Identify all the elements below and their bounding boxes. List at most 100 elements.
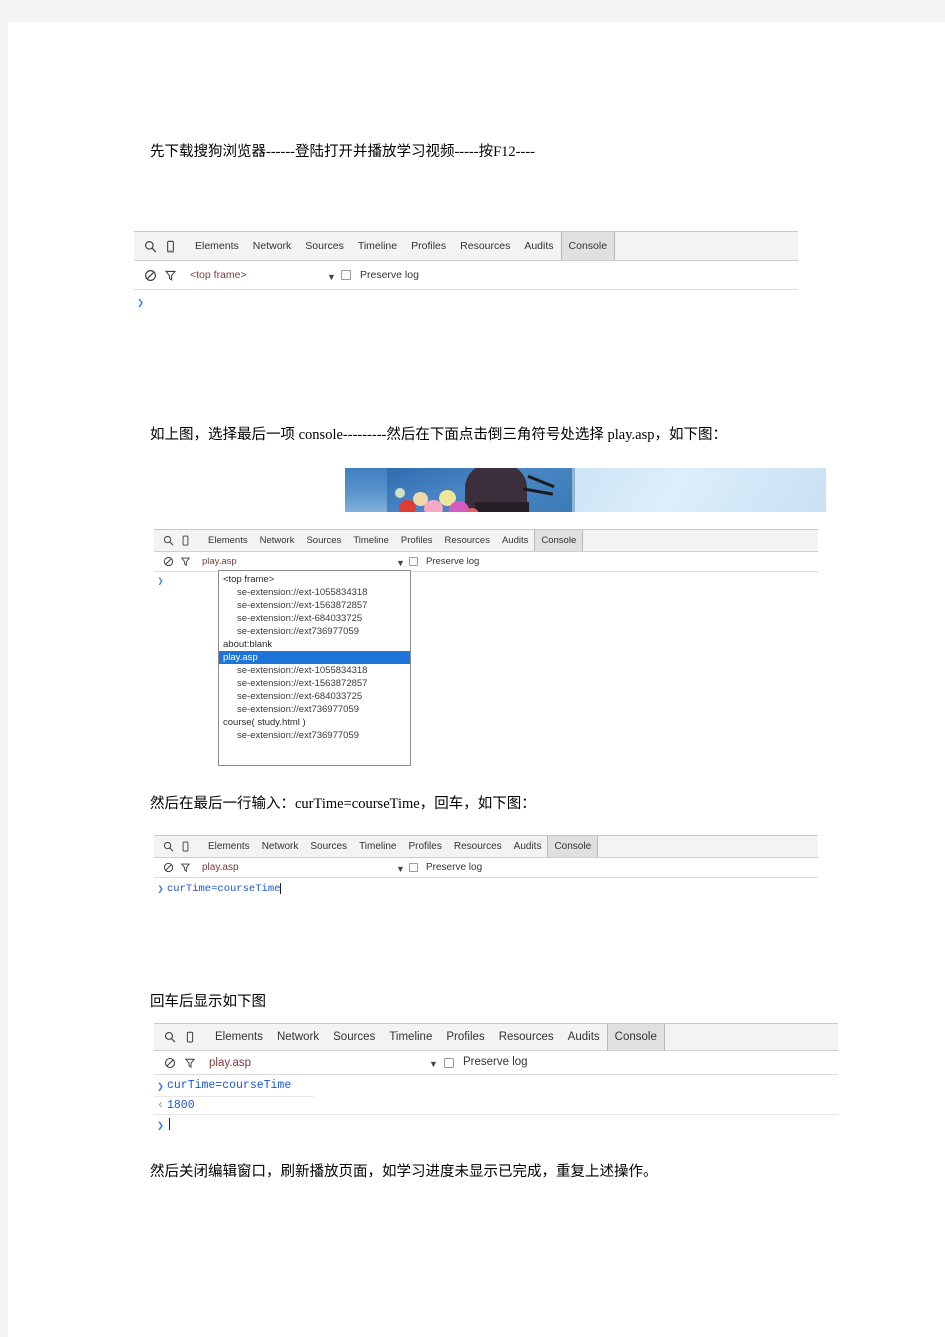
tab-audits[interactable]: Audits (508, 836, 548, 857)
tab-resources[interactable]: Resources (453, 232, 517, 260)
frame-option[interactable]: se-extension://ext736977059 (219, 703, 410, 716)
tab-network[interactable]: Network (256, 836, 305, 857)
search-icon[interactable] (160, 838, 177, 855)
tab-profiles[interactable]: Profiles (404, 232, 453, 260)
tab-resources[interactable]: Resources (448, 836, 508, 857)
tab-resources[interactable]: Resources (492, 1024, 561, 1050)
device-toggle-icon[interactable] (177, 532, 194, 549)
console-input-text[interactable]: curTime=courseTime (167, 1079, 291, 1092)
tab-resources[interactable]: Resources (439, 530, 496, 551)
frame-option[interactable]: <top frame> (219, 573, 410, 586)
filter-icon[interactable] (177, 553, 194, 570)
prompt-arrow-icon: ❯ (157, 1120, 164, 1133)
tab-sources[interactable]: Sources (300, 530, 347, 551)
tab-timeline[interactable]: Timeline (382, 1024, 439, 1050)
tab-timeline[interactable]: Timeline (353, 836, 402, 857)
prompt-arrow-icon: ❯ (137, 298, 144, 310)
console-output-3[interactable]: ❯ curTime=courseTime (154, 878, 818, 921)
chevron-down-icon[interactable]: ▼ (396, 559, 405, 568)
console-result-value: 1800 (167, 1099, 195, 1112)
preserve-log-checkbox[interactable] (341, 270, 351, 280)
instruction-paragraph-3: 然后在最后一行输入：curTime=courseTime，回车，如下图： (150, 796, 536, 812)
search-icon[interactable] (140, 236, 160, 256)
filter-icon[interactable] (160, 265, 180, 285)
search-icon[interactable] (160, 1027, 180, 1047)
frame-option-selected[interactable]: play.asp (219, 651, 410, 664)
frame-context-selector[interactable]: play.asp (202, 862, 239, 873)
microphone-icon-2 (522, 487, 554, 496)
device-toggle-icon[interactable] (177, 838, 194, 855)
tab-console[interactable]: Console (606, 1024, 665, 1050)
console-prompt-line[interactable]: ❯ (134, 296, 798, 310)
flower-bouquet (393, 486, 489, 512)
frame-context-dropdown[interactable]: <top frame> se-extension://ext-105583431… (218, 570, 411, 766)
tab-profiles[interactable]: Profiles (395, 530, 439, 551)
console-output-4[interactable]: ❯ curTime=courseTime ‹ 1800 ❯ (154, 1075, 838, 1140)
tab-profiles[interactable]: Profiles (439, 1024, 491, 1050)
device-toggle-icon[interactable] (160, 236, 180, 256)
tab-audits[interactable]: Audits (496, 530, 534, 551)
tab-elements[interactable]: Elements (188, 232, 246, 260)
devtools-panel-1: Elements Network Sources Timeline Profil… (134, 231, 798, 351)
frame-option[interactable]: se-extension://ext-684033725 (219, 690, 410, 703)
tab-timeline[interactable]: Timeline (347, 530, 395, 551)
device-toggle-icon[interactable] (180, 1027, 200, 1047)
devtools-filterbar-1: <top frame> ▼ Preserve log (134, 261, 798, 290)
clear-console-icon[interactable] (160, 859, 177, 876)
frame-context-selector[interactable]: play.asp (209, 1057, 251, 1069)
filter-icon[interactable] (177, 859, 194, 876)
preserve-log-label: Preserve log (426, 862, 483, 873)
tab-timeline[interactable]: Timeline (351, 232, 404, 260)
tab-network[interactable]: Network (270, 1024, 326, 1050)
tab-sources[interactable]: Sources (298, 232, 351, 260)
frame-option[interactable]: about:blank (219, 638, 410, 651)
tab-elements[interactable]: Elements (208, 1024, 270, 1050)
frame-option[interactable]: se-extension://ext-1563872857 (219, 599, 410, 612)
tab-profiles[interactable]: Profiles (402, 836, 447, 857)
console-input-line[interactable]: ❯ curTime=courseTime (154, 883, 818, 896)
preserve-log-checkbox[interactable] (409, 863, 418, 872)
frame-option[interactable]: se-extension://ext736977059 (219, 625, 410, 638)
preserve-log-checkbox[interactable] (444, 1058, 454, 1068)
clear-console-icon[interactable] (140, 265, 160, 285)
console-input-line[interactable]: ❯ curTime=courseTime (154, 1079, 314, 1097)
frame-option[interactable]: se-extension://ext-684033725 (219, 612, 410, 625)
devtools-panel-3: Elements Network Sources Timeline Profil… (154, 835, 818, 921)
console-output-1[interactable]: ❯ (134, 290, 798, 351)
tab-sources[interactable]: Sources (304, 836, 353, 857)
frame-option[interactable]: se-extension://ext-1055834318 (219, 586, 410, 599)
console-result-line: ‹ 1800 (154, 1097, 838, 1115)
tab-sources[interactable]: Sources (326, 1024, 382, 1050)
frame-context-selector[interactable]: <top frame> (190, 269, 247, 281)
devtools-tabbar-3: Elements Network Sources Timeline Profil… (154, 836, 818, 858)
chevron-down-icon[interactable]: ▼ (396, 865, 405, 874)
video-thumb-right (572, 468, 826, 512)
console-input-text[interactable]: curTime=courseTime (167, 883, 280, 895)
tab-audits[interactable]: Audits (561, 1024, 607, 1050)
instruction-paragraph-5: 然后关闭编辑窗口，刷新播放页面，如学习进度未显示已完成，重复上述操作。 (150, 1164, 658, 1180)
tab-audits[interactable]: Audits (517, 232, 560, 260)
frame-option[interactable]: se-extension://ext-1055834318 (219, 664, 410, 677)
tab-elements[interactable]: Elements (202, 530, 254, 551)
text-cursor (280, 883, 282, 894)
preserve-log-checkbox[interactable] (409, 557, 418, 566)
chevron-down-icon[interactable]: ▼ (327, 273, 336, 282)
clear-console-icon[interactable] (160, 553, 177, 570)
filter-icon[interactable] (180, 1053, 200, 1073)
tab-network[interactable]: Network (246, 232, 299, 260)
tab-console[interactable]: Console (534, 530, 584, 551)
clear-console-icon[interactable] (160, 1053, 180, 1073)
console-empty-prompt-line[interactable]: ❯ (154, 1115, 838, 1133)
frame-option[interactable]: se-extension://ext-1563872857 (219, 677, 410, 690)
frame-option[interactable]: course( study.html ) (219, 716, 410, 729)
tab-elements[interactable]: Elements (202, 836, 256, 857)
tab-network[interactable]: Network (254, 530, 301, 551)
chevron-down-icon[interactable]: ▼ (429, 1060, 438, 1069)
tab-console[interactable]: Console (547, 836, 599, 857)
devtools-tablist-3: Elements Network Sources Timeline Profil… (202, 836, 599, 858)
frame-option[interactable]: se-extension://ext736977059 (219, 729, 410, 742)
search-icon[interactable] (160, 532, 177, 549)
tab-console[interactable]: Console (560, 232, 616, 260)
devtools-filterbar-2: play.asp ▼ Preserve log (154, 552, 818, 572)
frame-context-selector[interactable]: play.asp (202, 556, 237, 567)
